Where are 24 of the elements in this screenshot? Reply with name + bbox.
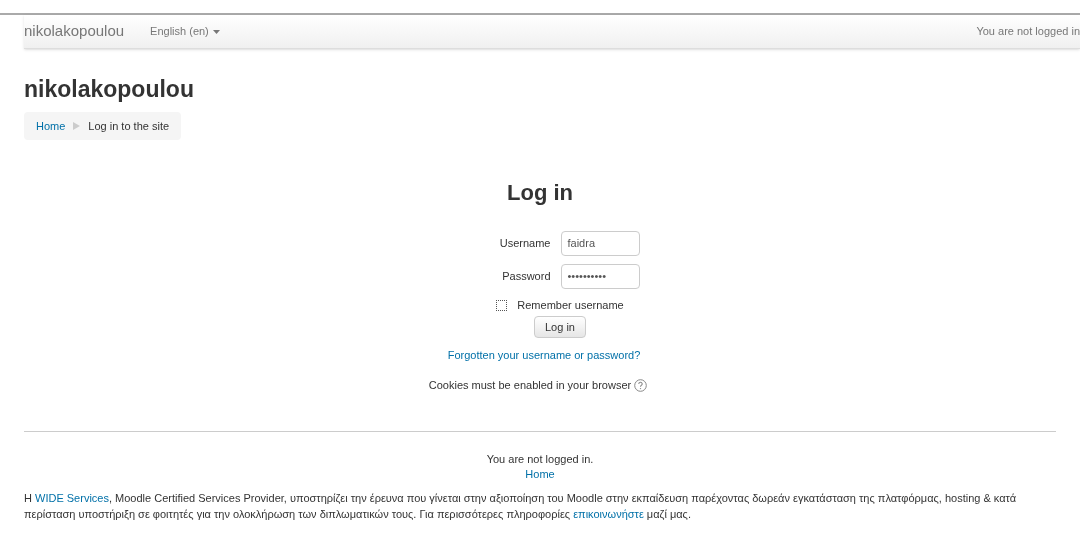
footer-note: Η WIDE Services, Moodle Certified Services Provider, υποστηρίζει την έρευνα που γίνεται στην αξιοποίηση του Moodle στην εκπαίδευση παρέχοντας δωρεάν εγκατάσταση της πλατφόρμας, hosting & κατά περίσταση υποστήριξη σε φοιτητές για την ολοκλήρωση των διπλωματικών τους. Για περισσότερες πληροφορίες επικοινωνήστε μαζί μας. <box>24 491 1018 523</box>
footer-link[interactable]: WIDE Services <box>35 492 109 505</box>
breadcrumb-item: Log in to the site <box>88 118 170 134</box>
input-field[interactable]: •••••••••• <box>560 263 640 289</box>
site-brand[interactable]: nikolakopoulou <box>24 20 125 43</box>
login-status: You are not logged in <box>976 24 1080 40</box>
remember-label: Remember username <box>517 297 624 313</box>
cookies-note: Cookies must be enabled in your browser <box>428 377 632 393</box>
field-label: Password <box>501 269 551 284</box>
separator-icon <box>73 121 81 130</box>
home-link[interactable]: Home <box>525 467 555 483</box>
breadcrumb-link[interactable]: Home <box>36 117 66 134</box>
remember-checkbox[interactable] <box>496 299 508 311</box>
input-field[interactable]: faidra <box>560 230 640 256</box>
language-menu[interactable]: English (en) <box>150 23 220 40</box>
caret-icon <box>212 29 220 34</box>
page-title: nikolakopoulou <box>24 75 195 104</box>
footer-link[interactable]: επικοινωνήστε <box>573 508 644 521</box>
forgot-password-link[interactable]: Forgotten your username or password? <box>447 347 641 364</box>
login-button[interactable]: Log in <box>534 316 586 339</box>
help-icon[interactable] <box>634 378 648 392</box>
login-heading: Log in <box>507 178 573 207</box>
field-label: Username <box>498 236 551 251</box>
login-info: You are not logged in. <box>486 452 594 468</box>
